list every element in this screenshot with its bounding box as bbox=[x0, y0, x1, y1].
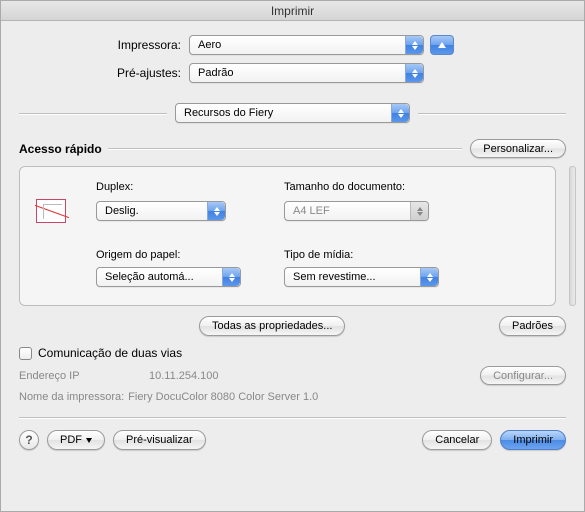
print-label: Imprimir bbox=[513, 434, 553, 446]
cancel-label: Cancelar bbox=[435, 434, 479, 446]
titlebar: Imprimir bbox=[1, 1, 584, 21]
printer-name-value: Fiery DocuColor 8080 Color Server 1.0 bbox=[128, 391, 318, 403]
duplex-value: Deslig. bbox=[105, 205, 139, 217]
disclosure-button[interactable] bbox=[430, 35, 454, 55]
divider bbox=[418, 113, 566, 114]
updown-icon bbox=[207, 202, 225, 220]
printer-select-value: Aero bbox=[198, 39, 221, 51]
papersource-value: Seleção automá... bbox=[105, 271, 194, 283]
printer-select[interactable]: Aero bbox=[189, 35, 424, 55]
pdf-label: PDF bbox=[60, 434, 82, 446]
divider bbox=[108, 148, 463, 149]
help-icon: ? bbox=[25, 433, 32, 447]
section-select[interactable]: Recursos do Fiery bbox=[175, 103, 410, 123]
section-select-value: Recursos do Fiery bbox=[184, 107, 273, 119]
printer-label: Impressora: bbox=[19, 38, 189, 52]
customize-label: Personalizar... bbox=[483, 143, 553, 155]
docsize-label: Tamanho do documento: bbox=[284, 181, 539, 193]
presets-label: Pré-ajustes: bbox=[19, 66, 189, 80]
two-way-label: Comunicação de duas vias bbox=[38, 346, 182, 360]
defaults-button[interactable]: Padrões bbox=[499, 316, 566, 336]
help-button[interactable]: ? bbox=[19, 430, 39, 450]
docsize-value: A4 LEF bbox=[293, 205, 330, 217]
quickaccess-panel-wrapper: Duplex: Tamanho do documento: Deslig. A4… bbox=[19, 166, 566, 306]
customize-button[interactable]: Personalizar... bbox=[470, 139, 566, 158]
two-way-row: Comunicação de duas vias bbox=[19, 346, 566, 360]
configure-label: Configurar... bbox=[493, 370, 553, 382]
updown-icon bbox=[405, 64, 423, 82]
all-properties-label: Todas as propriedades... bbox=[212, 320, 332, 332]
footer-divider bbox=[19, 417, 566, 418]
updown-icon bbox=[391, 104, 409, 122]
two-way-checkbox[interactable] bbox=[19, 347, 32, 360]
section-row: Recursos do Fiery bbox=[19, 103, 566, 123]
window-title: Imprimir bbox=[271, 4, 314, 18]
cancel-button[interactable]: Cancelar bbox=[422, 430, 492, 450]
updown-icon bbox=[420, 268, 438, 286]
divider bbox=[19, 113, 167, 114]
printer-row: Impressora: Aero bbox=[19, 35, 566, 55]
quickaccess-grid: Duplex: Tamanho do documento: Deslig. A4… bbox=[36, 181, 539, 287]
below-panel-row: Todas as propriedades... Padrões bbox=[19, 316, 566, 336]
ip-row: Endereço IP 10.11.254.100 Configurar... bbox=[19, 366, 566, 385]
panel-scrollbar[interactable] bbox=[569, 166, 576, 306]
papersource-select[interactable]: Seleção automá... bbox=[96, 267, 241, 287]
chevron-down-icon bbox=[86, 438, 92, 443]
printer-name-row: Nome da impressora: Fiery DocuColor 8080… bbox=[19, 391, 566, 403]
footer: ? PDF Pré-visualizar Cancelar Imprimir bbox=[19, 430, 566, 450]
print-button[interactable]: Imprimir bbox=[500, 430, 566, 450]
print-dialog: Imprimir Impressora: Aero Pré-ajustes: P… bbox=[0, 0, 585, 512]
presets-select[interactable]: Padrão bbox=[189, 63, 424, 83]
duplex-select[interactable]: Deslig. bbox=[96, 201, 226, 221]
updown-icon bbox=[222, 268, 240, 286]
duplex-off-icon bbox=[36, 199, 66, 223]
docsize-select: A4 LEF bbox=[284, 201, 429, 221]
updown-icon bbox=[410, 202, 428, 220]
preview-button[interactable]: Pré-visualizar bbox=[113, 430, 206, 450]
ip-value: 10.11.254.100 bbox=[149, 370, 219, 382]
configure-button[interactable]: Configurar... bbox=[480, 366, 566, 385]
mediatype-select[interactable]: Sem revestime... bbox=[284, 267, 439, 287]
ip-label: Endereço IP bbox=[19, 370, 149, 382]
all-properties-button[interactable]: Todas as propriedades... bbox=[199, 316, 345, 336]
defaults-label: Padrões bbox=[512, 320, 553, 332]
mediatype-value: Sem revestime... bbox=[293, 271, 376, 283]
presets-select-value: Padrão bbox=[198, 67, 233, 79]
quickaccess-panel: Duplex: Tamanho do documento: Deslig. A4… bbox=[19, 166, 556, 306]
papersource-label: Origem do papel: bbox=[96, 249, 266, 261]
pdf-menu-button[interactable]: PDF bbox=[47, 430, 105, 450]
presets-row: Pré-ajustes: Padrão bbox=[19, 63, 566, 83]
updown-icon bbox=[405, 36, 423, 54]
duplex-label: Duplex: bbox=[96, 181, 266, 193]
quickaccess-header: Acesso rápido Personalizar... bbox=[19, 139, 566, 158]
preview-label: Pré-visualizar bbox=[126, 434, 193, 446]
printer-name-label: Nome da impressora: bbox=[19, 391, 124, 403]
mediatype-label: Tipo de mídia: bbox=[284, 249, 539, 261]
dialog-content: Impressora: Aero Pré-ajustes: Padrão bbox=[1, 21, 584, 511]
quickaccess-title: Acesso rápido bbox=[19, 142, 108, 156]
triangle-up-icon bbox=[438, 42, 446, 48]
